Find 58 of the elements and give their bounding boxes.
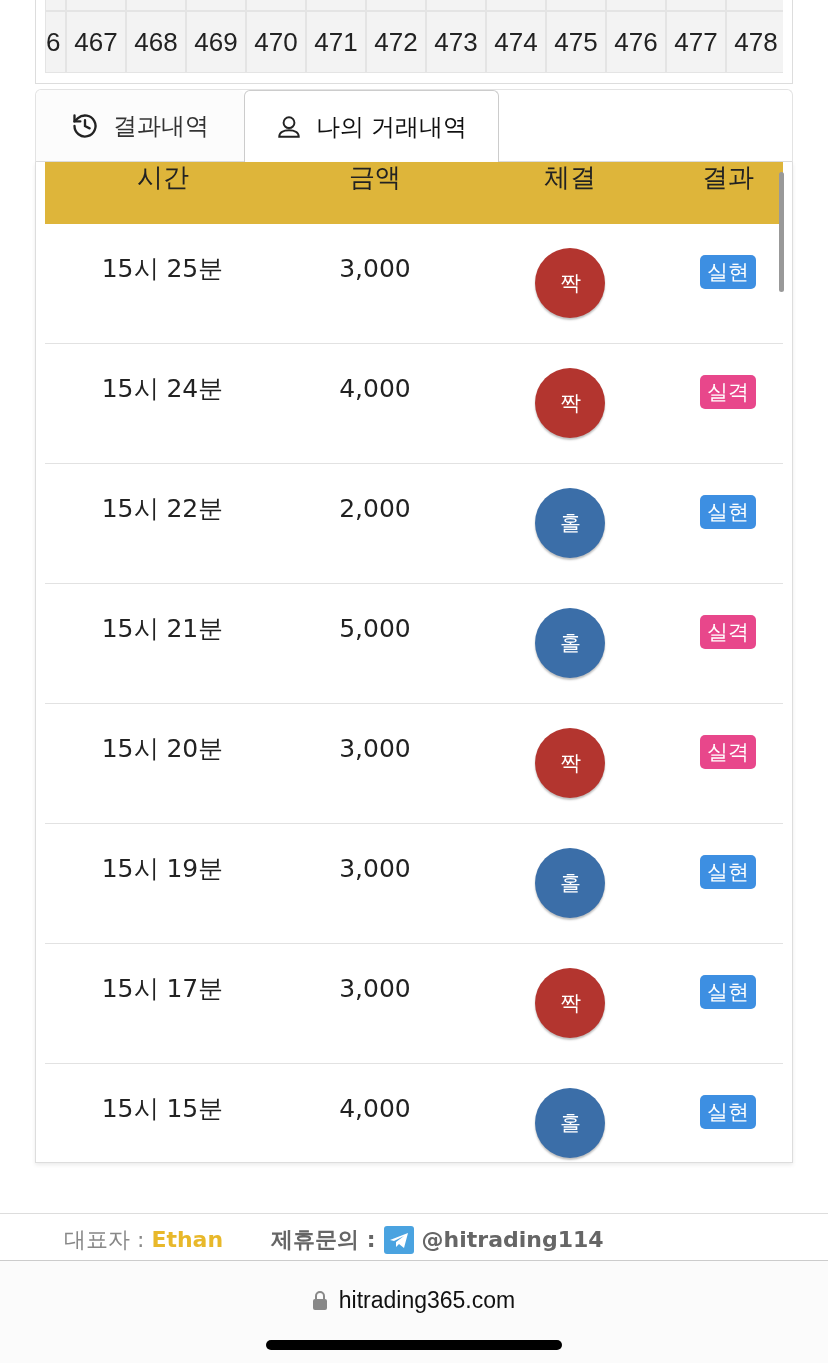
round-number: 475: [546, 11, 606, 73]
result-badge: 실격: [699, 735, 756, 769]
round-number: 478: [726, 11, 783, 73]
result-badge: 실현: [699, 255, 756, 289]
time-cell-text: 15시 24분: [100, 373, 225, 404]
result-badge: 실현: [699, 975, 756, 1009]
round-number: 472: [366, 11, 426, 73]
contact-label: 제휴문의 :: [271, 1226, 376, 1254]
url-text[interactable]: hitrading365.com: [338, 1287, 516, 1314]
pick-ball: 짝: [535, 968, 605, 1038]
pick-ball: 홀: [535, 608, 605, 678]
round-number: 468: [126, 11, 186, 73]
result-badge: 실격: [699, 375, 756, 409]
round-number: 467: [66, 11, 126, 73]
pick-ball: 홀: [535, 848, 605, 918]
result-badge: 실현: [699, 855, 756, 889]
round-number: 474: [486, 11, 546, 73]
column-header: 체결: [543, 162, 597, 194]
time-cell-text: 15시 15분: [100, 1093, 225, 1124]
round-number: 473: [426, 11, 486, 73]
time-cell-text: 15시 25분: [100, 253, 225, 284]
column-header: 금액: [348, 162, 402, 194]
round-number: 469: [186, 11, 246, 73]
pick-ball: 짝: [535, 248, 605, 318]
amount-cell-text: 4,000: [338, 373, 412, 404]
amount-cell-text: 3,000: [338, 253, 412, 284]
result-badge: 실격: [699, 615, 756, 649]
amount-cell-text: 3,000: [338, 853, 412, 884]
lock-icon: [312, 1291, 327, 1310]
home-indicator[interactable]: [266, 1340, 562, 1350]
ceo-text: 대표자 : Ethan: [64, 1226, 224, 1254]
time-cell-text: 15시 20분: [100, 733, 225, 764]
contact-handle[interactable]: @hitrading114: [421, 1226, 604, 1254]
round-number: 470: [246, 11, 306, 73]
time-cell-text: 15시 17분: [100, 973, 225, 1004]
amount-cell-text: 5,000: [338, 613, 412, 644]
telegram-icon: [383, 1226, 414, 1254]
amount-cell-text: 3,000: [338, 973, 412, 1004]
pick-ball: 짝: [535, 368, 605, 438]
amount-cell-text: 2,000: [338, 493, 412, 524]
pick-ball: 짝: [535, 728, 605, 798]
result-badge: 실현: [699, 1095, 756, 1129]
column-header: 시간: [135, 162, 190, 194]
time-cell-text: 15시 19분: [100, 853, 225, 884]
time-cell-text: 15시 22분: [100, 493, 225, 524]
column-header: 결과: [700, 162, 755, 194]
amount-cell-text: 3,000: [338, 733, 412, 764]
amount-cell-text: 4,000: [338, 1093, 412, 1124]
pick-ball: 홀: [535, 1088, 605, 1158]
result-badge: 실현: [699, 495, 756, 529]
round-number: 476: [606, 11, 666, 73]
pick-ball: 홀: [535, 488, 605, 558]
round-number: 477: [666, 11, 726, 73]
round-number: 471: [306, 11, 366, 73]
round-number: 6: [45, 11, 66, 73]
tab[interactable]: 나의 거래내역: [244, 90, 499, 162]
history-icon: [71, 111, 99, 140]
time-cell-text: 15시 21분: [100, 613, 225, 644]
